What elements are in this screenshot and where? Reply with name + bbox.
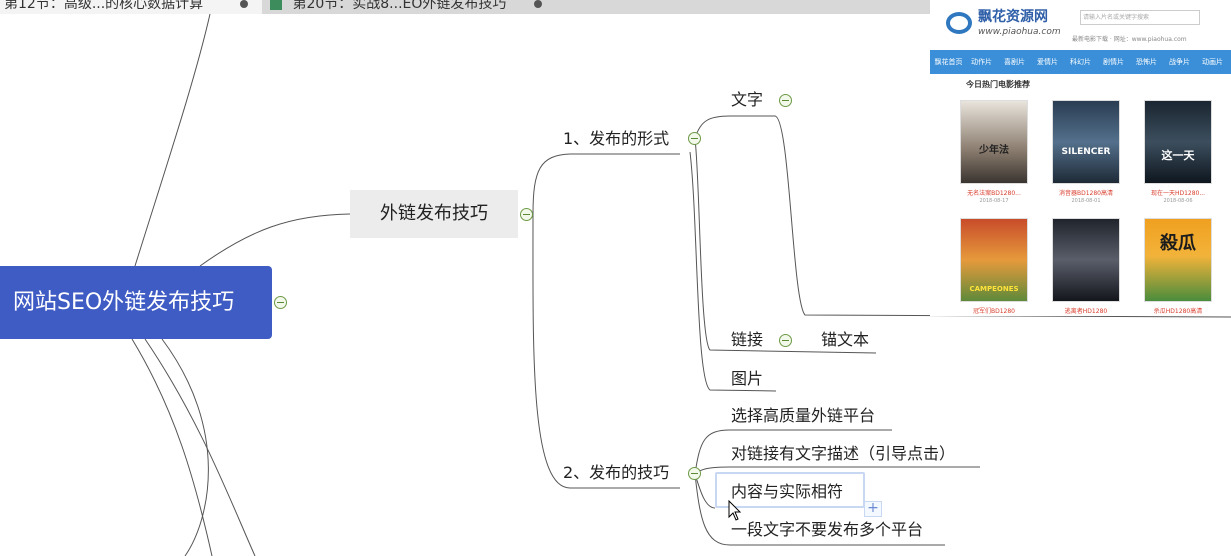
tip-item[interactable]: 选择高质量外链平台 bbox=[731, 405, 875, 427]
branch-tips-topic[interactable]: 2、发布的技巧 bbox=[563, 462, 669, 484]
main-topic[interactable]: 外链发布技巧 bbox=[350, 190, 518, 238]
site-search-input: 请输入片名或关键字搜索 bbox=[1080, 10, 1200, 25]
site-name: 飘花资源网 bbox=[978, 9, 1048, 25]
site-section-heading: 今日热门电影推荐 bbox=[966, 80, 1030, 89]
site-logo-icon bbox=[946, 12, 972, 34]
site-nav-item: 战争片 bbox=[1169, 58, 1190, 66]
poster-title: 逃离者HD1280 bbox=[1064, 308, 1108, 315]
poster-title: 无名法案BD1280... bbox=[967, 190, 1021, 197]
root-topic-label: 网站SEO外链发布技巧 bbox=[13, 290, 235, 315]
website-screenshot: 飘花资源网 www.piaohua.com 请输入片名或关键字搜索 最新电影下载… bbox=[930, 0, 1231, 316]
site-nav-item: 科幻片 bbox=[1070, 58, 1091, 66]
tip-item[interactable]: 一段文字不要发布多个平台 bbox=[731, 519, 923, 541]
movie-poster: CAMPEONES bbox=[960, 218, 1028, 302]
collapse-icon[interactable] bbox=[274, 296, 287, 309]
site-nav: 飘花首页 动作片 喜剧片 爱情片 科幻片 剧情片 恐怖片 战争片 动画片 bbox=[930, 50, 1231, 74]
subtopic-text[interactable]: 文字 bbox=[731, 89, 763, 111]
site-nav-item: 爱情片 bbox=[1037, 58, 1058, 66]
movie-poster bbox=[1052, 218, 1120, 302]
collapse-icon[interactable] bbox=[779, 334, 792, 347]
poster-word: 少年法 bbox=[979, 145, 1009, 156]
mouse-cursor-icon bbox=[728, 500, 742, 521]
collapse-icon[interactable] bbox=[688, 467, 701, 480]
site-nav-item: 动画片 bbox=[1202, 58, 1223, 66]
subtopic-anchor-text[interactable]: 锚文本 bbox=[821, 329, 869, 351]
poster-word: 殺瓜 bbox=[1160, 233, 1196, 254]
collapse-icon[interactable] bbox=[779, 94, 792, 107]
main-topic-label: 外链发布技巧 bbox=[380, 203, 488, 224]
poster-title: 杀瓜HD1280高清 bbox=[1153, 308, 1203, 315]
subtopic-image[interactable]: 图片 bbox=[731, 368, 763, 390]
poster-word: CAMPEONES bbox=[969, 285, 1019, 293]
site-nav-item: 恐怖片 bbox=[1136, 58, 1157, 66]
site-nav-item: 动作片 bbox=[971, 58, 992, 66]
site-nav-item: 飘花首页 bbox=[934, 58, 963, 66]
subtopic-link[interactable]: 链接 bbox=[731, 329, 763, 351]
poster-title: 消音器BD1280高清 bbox=[1058, 190, 1113, 197]
site-tagline: 最新电影下载 · 网址：www.piaohua.com bbox=[1072, 36, 1187, 43]
site-url: www.piaohua.com bbox=[978, 27, 1061, 37]
root-topic[interactable]: 网站SEO外链发布技巧 bbox=[0, 266, 272, 339]
poster-word: SILENCER bbox=[1061, 147, 1111, 157]
movie-poster: 殺瓜 bbox=[1144, 218, 1212, 302]
movie-poster: SILENCER bbox=[1052, 100, 1120, 184]
poster-date: 2018-08-06 bbox=[1163, 198, 1193, 204]
collapse-icon[interactable] bbox=[688, 132, 701, 145]
poster-title: 冠军们BD1280 bbox=[972, 308, 1015, 315]
add-topic-button[interactable]: + bbox=[864, 501, 882, 517]
poster-title: 现在一天HD1280... bbox=[1150, 190, 1206, 197]
tip-item[interactable]: 内容与实际相符 bbox=[731, 481, 843, 503]
movie-poster: 少年法 bbox=[960, 100, 1028, 184]
site-nav-item: 喜剧片 bbox=[1004, 58, 1025, 66]
collapse-icon[interactable] bbox=[520, 208, 533, 221]
poster-date: 2018-08-17 bbox=[979, 198, 1009, 204]
poster-word: 这一天 bbox=[1161, 149, 1195, 162]
branch-form-topic[interactable]: 1、发布的形式 bbox=[563, 128, 669, 150]
site-nav-item: 剧情片 bbox=[1103, 58, 1124, 66]
movie-poster: 这一天 bbox=[1144, 100, 1212, 184]
tip-item[interactable]: 对链接有文字描述（引导点击） bbox=[731, 443, 955, 465]
poster-date: 2018-08-01 bbox=[1071, 198, 1101, 204]
